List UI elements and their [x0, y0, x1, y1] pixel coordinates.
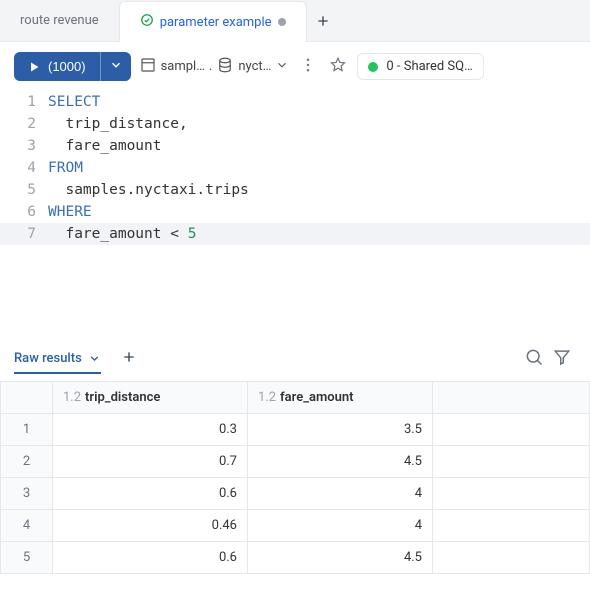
compute-selector[interactable]: 0 - Shared SQ…: [357, 53, 483, 80]
results-tab-label: Raw results: [14, 351, 82, 366]
play-icon: [28, 61, 40, 73]
add-visualization-button[interactable]: [121, 349, 137, 369]
line-number: 7: [0, 223, 48, 245]
run-button-group: (1000): [14, 52, 131, 81]
separator-dot: .: [209, 59, 212, 74]
kebab-menu-button[interactable]: [297, 54, 319, 80]
table-row[interactable]: 10.33.5: [1, 414, 590, 446]
table-row[interactable]: 40.464: [1, 510, 590, 542]
header-rowindex[interactable]: [1, 382, 53, 414]
line-number: 4: [0, 157, 48, 179]
chevron-down-icon: [275, 58, 289, 76]
table-row[interactable]: 50.64.5: [1, 542, 590, 574]
chevron-down-icon: [88, 352, 101, 365]
status-dot-icon: [368, 62, 378, 72]
toolbar: (1000) sampl… . nyct… 0 - Shared SQ…: [0, 42, 590, 91]
database-icon: [216, 56, 234, 78]
run-dropdown-button[interactable]: [100, 52, 131, 81]
header-empty: [433, 382, 590, 414]
catalog-selector[interactable]: sampl… . nyct…: [139, 56, 290, 78]
search-results-button[interactable]: [520, 343, 548, 375]
filter-icon: [552, 347, 572, 367]
line-number: 3: [0, 135, 48, 157]
line-number: 6: [0, 201, 48, 223]
header-fare-amount[interactable]: 1.2fare_amount: [248, 382, 433, 414]
sql-editor[interactable]: 1SELECT 2 trip_distance, 3 fare_amount 4…: [0, 91, 590, 245]
chevron-down-icon: [109, 58, 123, 72]
table-row[interactable]: 30.64: [1, 478, 590, 510]
tab-label: route revenue: [20, 13, 99, 28]
catalog-name: sampl…: [161, 59, 205, 74]
run-button[interactable]: (1000): [14, 52, 100, 81]
search-icon: [524, 347, 544, 367]
run-limit-label: (1000): [48, 59, 86, 74]
tab-route-revenue[interactable]: route revenue: [0, 0, 119, 41]
results-tab-bar: Raw results: [0, 337, 590, 381]
filter-results-button[interactable]: [548, 343, 576, 375]
favorite-button[interactable]: [327, 54, 349, 80]
catalog-icon: [139, 56, 157, 78]
tab-label: parameter example: [160, 15, 272, 30]
editor-tabs: route revenue parameter example: [0, 0, 590, 42]
line-number: 5: [0, 179, 48, 201]
compute-label: 0 - Shared SQ…: [386, 59, 472, 74]
dirty-indicator-icon: [278, 18, 286, 26]
tab-parameter-example[interactable]: parameter example: [119, 1, 307, 42]
line-number: 1: [0, 91, 48, 113]
database-name: nyct…: [238, 59, 271, 74]
check-circle-icon: [140, 13, 154, 31]
results-table: 1.2trip_distance 1.2fare_amount 10.33.5 …: [0, 381, 590, 574]
header-trip-distance[interactable]: 1.2trip_distance: [53, 382, 248, 414]
add-tab-button[interactable]: [307, 13, 339, 29]
results-tab-raw[interactable]: Raw results: [14, 345, 101, 374]
line-number: 2: [0, 113, 48, 135]
star-icon: [329, 56, 347, 74]
table-row[interactable]: 20.74.5: [1, 446, 590, 478]
